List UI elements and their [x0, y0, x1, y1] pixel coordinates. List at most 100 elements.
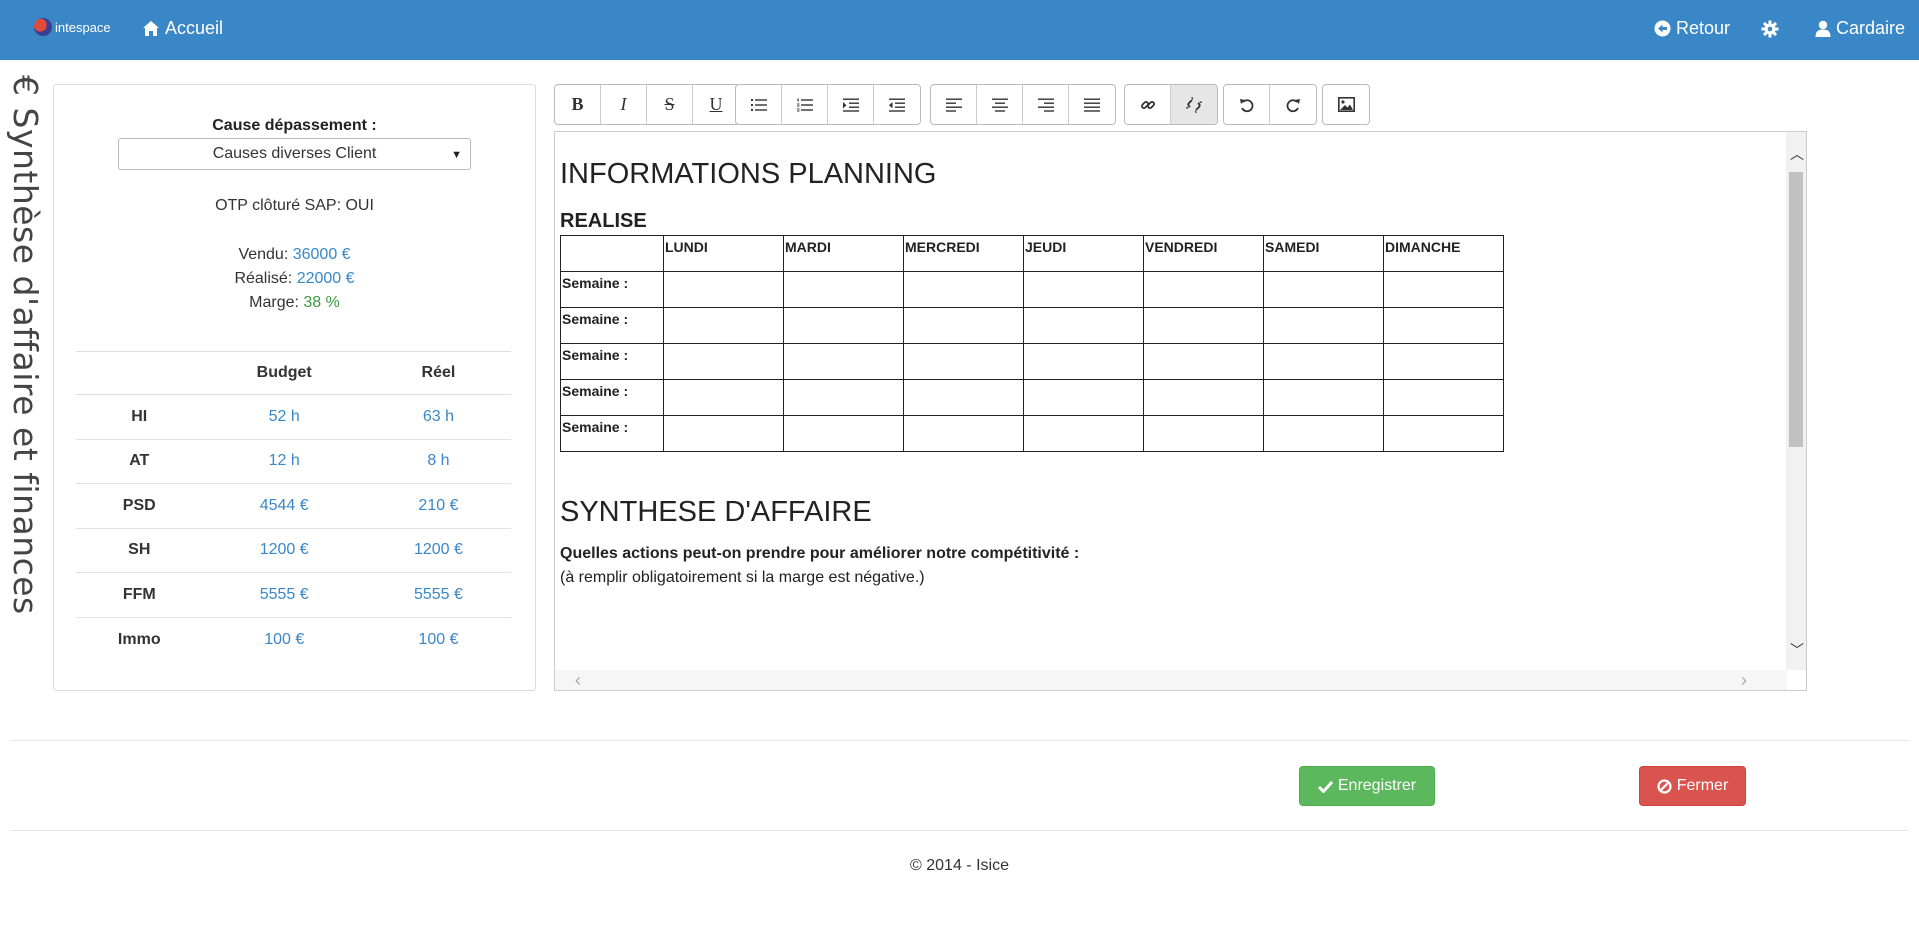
nav-back-link[interactable]: Retour — [1654, 18, 1730, 39]
day-cell[interactable] — [663, 307, 784, 344]
save-button-label: Enregistrer — [1337, 777, 1417, 794]
week-label: Semaine : — [560, 415, 664, 452]
day-cell[interactable] — [1263, 415, 1384, 452]
marge-label: Marge: — [249, 294, 299, 311]
day-cell[interactable] — [783, 379, 904, 416]
day-cell[interactable] — [1143, 379, 1264, 416]
user-name: Cardaire — [1836, 18, 1906, 38]
editor-horizontal-scrollbar[interactable]: ‹ › — [555, 670, 1787, 690]
align-justify-button[interactable] — [1069, 85, 1115, 124]
save-button[interactable]: Enregistrer — [1299, 766, 1435, 806]
day-cell[interactable] — [903, 343, 1024, 380]
day-cell[interactable] — [663, 379, 784, 416]
day-cell[interactable] — [1263, 307, 1384, 344]
header-reel: Réel — [365, 351, 511, 395]
day-header: VENDREDI — [1143, 235, 1264, 272]
day-cell[interactable] — [1383, 379, 1504, 416]
day-cell[interactable] — [1143, 307, 1264, 344]
budget-value: 100 € — [264, 630, 305, 648]
table-row: PSD 4544 € 210 € — [76, 483, 511, 529]
undo-button[interactable] — [1224, 85, 1270, 124]
chevron-down-icon[interactable]: ﹀ — [1790, 640, 1804, 660]
table-row: AT 12 h 8 h — [76, 439, 511, 484]
strikethrough-button[interactable]: S — [647, 85, 693, 124]
link-icon — [1140, 100, 1155, 109]
scrollbar-thumb[interactable] — [1789, 172, 1803, 447]
settings-button[interactable] — [1761, 20, 1784, 38]
day-cell[interactable] — [1383, 307, 1504, 344]
align-center-icon — [991, 98, 1008, 112]
week-row: Semaine : — [560, 343, 1504, 380]
user-menu[interactable]: Cardaire — [1815, 18, 1905, 39]
day-cell[interactable] — [783, 307, 904, 344]
home-icon — [143, 21, 159, 36]
reel-value: 100 € — [418, 630, 459, 648]
divider — [10, 830, 1909, 831]
remove-link-button[interactable] — [1171, 85, 1217, 124]
redo-button[interactable] — [1270, 85, 1316, 124]
day-cell[interactable] — [1023, 343, 1144, 380]
day-cell[interactable] — [903, 379, 1024, 416]
numbered-list-button[interactable] — [782, 85, 828, 124]
day-cell[interactable] — [1383, 415, 1504, 452]
day-cell[interactable] — [1263, 343, 1384, 380]
align-center-button[interactable] — [977, 85, 1023, 124]
day-cell[interactable] — [1143, 343, 1264, 380]
outdent-button[interactable] — [874, 85, 920, 124]
chevron-up-icon[interactable]: ︿ — [1790, 144, 1804, 164]
bulleted-list-button[interactable] — [736, 85, 782, 124]
history-group — [1223, 84, 1317, 125]
insert-image-button[interactable] — [1323, 85, 1369, 124]
day-cell[interactable] — [1023, 379, 1144, 416]
realise-line: Réalisé: 22000 € — [54, 270, 535, 288]
bold-button[interactable]: B — [555, 85, 601, 124]
italic-button[interactable]: I — [601, 85, 647, 124]
day-cell[interactable] — [783, 271, 904, 308]
close-button[interactable]: Fermer — [1639, 766, 1746, 806]
day-cell[interactable] — [1023, 307, 1144, 344]
chevron-left-icon[interactable]: ‹ — [575, 670, 581, 690]
day-cell[interactable] — [783, 415, 904, 452]
day-cell[interactable] — [663, 415, 784, 452]
editor-content[interactable]: INFORMATIONS PLANNING REALISE LUNDI MARD… — [560, 132, 1778, 670]
day-cell[interactable] — [783, 343, 904, 380]
day-cell[interactable] — [1383, 271, 1504, 308]
rich-text-editor[interactable]: INFORMATIONS PLANNING REALISE LUNDI MARD… — [554, 131, 1807, 691]
week-row: Semaine : — [560, 307, 1504, 344]
text-style-group: B I S U — [554, 84, 740, 125]
chevron-right-icon[interactable]: › — [1741, 670, 1747, 690]
day-header: DIMANCHE — [1383, 235, 1504, 272]
row-label: PSD — [76, 483, 203, 529]
day-header: SAMEDI — [1263, 235, 1384, 272]
indent-button[interactable] — [828, 85, 874, 124]
align-right-button[interactable] — [1023, 85, 1069, 124]
brand-name: intespace — [55, 19, 111, 35]
day-cell[interactable] — [903, 415, 1024, 452]
day-cell[interactable] — [663, 343, 784, 380]
week-row: Semaine : — [560, 379, 1504, 416]
underline-button[interactable]: U — [693, 85, 739, 124]
brand-icon — [34, 18, 52, 36]
editor-vertical-scrollbar[interactable]: ︿ ﹀ — [1786, 132, 1806, 670]
day-cell[interactable] — [903, 271, 1024, 308]
day-cell[interactable] — [1263, 379, 1384, 416]
cause-select[interactable]: Causes diverses Client ▼ — [118, 138, 471, 170]
week-label: Semaine : — [560, 307, 664, 344]
day-cell[interactable] — [1023, 415, 1144, 452]
nav-home-link[interactable]: Accueil — [142, 18, 223, 39]
day-cell[interactable] — [1023, 271, 1144, 308]
day-cell[interactable] — [1263, 271, 1384, 308]
align-right-icon — [1037, 98, 1054, 112]
day-header: LUNDI — [663, 235, 784, 272]
redo-icon — [1286, 98, 1300, 112]
week-row: Semaine : — [560, 271, 1504, 308]
brand-logo[interactable]: intespace — [34, 18, 111, 36]
day-cell[interactable] — [663, 271, 784, 308]
day-cell[interactable] — [1143, 271, 1264, 308]
day-cell[interactable] — [903, 307, 1024, 344]
insert-link-button[interactable] — [1125, 85, 1171, 124]
day-cell[interactable] — [1383, 343, 1504, 380]
outdent-icon — [889, 98, 905, 112]
align-left-button[interactable] — [931, 85, 977, 124]
day-cell[interactable] — [1143, 415, 1264, 452]
